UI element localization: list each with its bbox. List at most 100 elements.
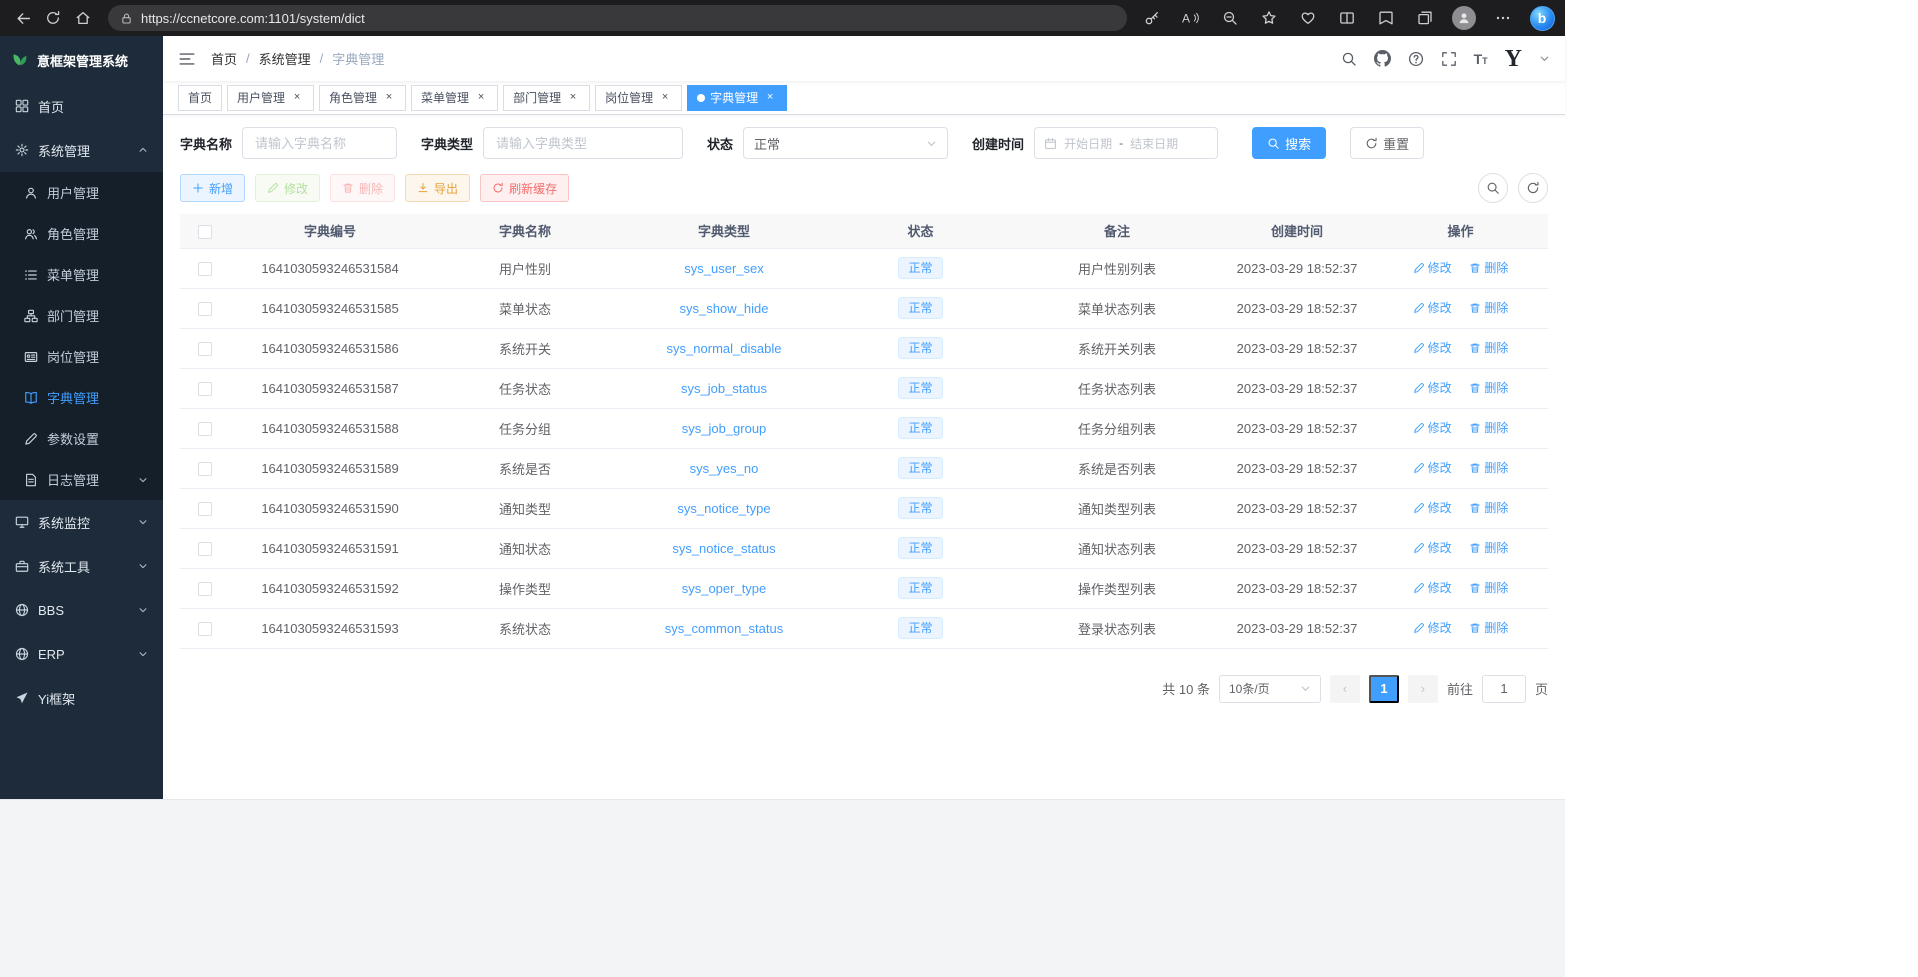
row-delete-button[interactable]: 删除 (1469, 259, 1508, 276)
row-edit-button[interactable]: 修改 (1413, 499, 1452, 516)
sidebar-item-roles[interactable]: 角色管理 (0, 213, 163, 254)
dict-type-link[interactable]: sys_notice_type (677, 501, 770, 516)
tab-departments[interactable]: 部门管理× (503, 85, 590, 111)
dict-type-link[interactable]: sys_user_sex (684, 261, 763, 276)
row-delete-button[interactable]: 删除 (1469, 579, 1508, 596)
row-delete-button[interactable]: 删除 (1469, 339, 1508, 356)
toggle-search-icon[interactable] (1478, 173, 1508, 203)
tab-menus[interactable]: 菜单管理× (411, 85, 498, 111)
row-checkbox[interactable] (198, 422, 212, 436)
collections-icon[interactable] (1410, 4, 1440, 32)
row-edit-button[interactable]: 修改 (1413, 619, 1452, 636)
split-screen-icon[interactable] (1332, 4, 1362, 32)
row-edit-button[interactable]: 修改 (1413, 459, 1452, 476)
search-button[interactable]: 搜索 (1252, 127, 1326, 159)
favorites-icon[interactable] (1371, 4, 1401, 32)
row-edit-button[interactable]: 修改 (1413, 579, 1452, 596)
export-button[interactable]: 导出 (405, 174, 470, 202)
current-page-button[interactable]: 1 (1369, 675, 1399, 703)
row-edit-button[interactable]: 修改 (1413, 539, 1452, 556)
row-delete-button[interactable]: 删除 (1469, 299, 1508, 316)
tab-users[interactable]: 用户管理× (227, 85, 314, 111)
row-delete-button[interactable]: 删除 (1469, 459, 1508, 476)
github-icon[interactable] (1374, 50, 1391, 67)
browser-essentials-icon[interactable] (1293, 4, 1323, 32)
row-edit-button[interactable]: 修改 (1413, 419, 1452, 436)
row-delete-button[interactable]: 删除 (1469, 539, 1508, 556)
sidebar-item-tools[interactable]: 系统工具 (0, 544, 163, 588)
copilot-bing-icon[interactable]: b (1527, 4, 1557, 32)
row-edit-button[interactable]: 修改 (1413, 299, 1452, 316)
select-all-checkbox[interactable] (198, 225, 212, 239)
dict-type-link[interactable]: sys_job_group (682, 421, 767, 436)
read-aloud-icon[interactable]: A (1176, 4, 1206, 32)
date-range-picker[interactable]: 开始日期 - 结束日期 (1034, 127, 1218, 159)
sidebar-item-system[interactable]: 系统管理 (0, 128, 163, 172)
browser-refresh-button[interactable] (38, 4, 68, 32)
dict-type-link[interactable]: sys_job_status (681, 381, 767, 396)
sidebar-item-home[interactable]: 首页 (0, 84, 163, 128)
row-checkbox[interactable] (198, 502, 212, 516)
hamburger-icon[interactable] (178, 50, 196, 68)
row-checkbox[interactable] (198, 542, 212, 556)
sidebar-item-users[interactable]: 用户管理 (0, 172, 163, 213)
refresh-cache-button[interactable]: 刷新缓存 (480, 174, 569, 202)
sidebar-item-bbs[interactable]: BBS (0, 588, 163, 632)
row-delete-button[interactable]: 删除 (1469, 499, 1508, 516)
next-page-button[interactable]: › (1408, 675, 1438, 703)
goto-page-input[interactable] (1482, 675, 1526, 703)
breadcrumb-home[interactable]: 首页 (211, 49, 237, 68)
profile-avatar[interactable] (1449, 4, 1479, 32)
tab-close-icon[interactable]: × (566, 91, 580, 105)
chevron-down-icon[interactable] (1539, 53, 1550, 64)
tab-close-icon[interactable]: × (290, 91, 304, 105)
fullscreen-icon[interactable] (1441, 51, 1457, 67)
sidebar-item-erp[interactable]: ERP (0, 632, 163, 676)
dict-type-link[interactable]: sys_show_hide (680, 301, 769, 316)
prev-page-button[interactable]: ‹ (1330, 675, 1360, 703)
dict-type-link[interactable]: sys_common_status (665, 621, 784, 636)
zoom-out-icon[interactable] (1215, 4, 1245, 32)
breadcrumb-system[interactable]: 系统管理 (259, 49, 311, 68)
help-icon[interactable] (1408, 51, 1424, 67)
status-select[interactable]: 正常 (743, 127, 948, 159)
row-edit-button[interactable]: 修改 (1413, 339, 1452, 356)
row-checkbox[interactable] (198, 342, 212, 356)
browser-back-button[interactable] (8, 4, 38, 32)
row-checkbox[interactable] (198, 262, 212, 276)
tab-roles[interactable]: 角色管理× (319, 85, 406, 111)
add-favorite-icon[interactable] (1254, 4, 1284, 32)
header-search-icon[interactable] (1341, 51, 1357, 67)
font-size-icon[interactable]: TT (1474, 52, 1488, 66)
row-checkbox[interactable] (198, 382, 212, 396)
row-edit-button[interactable]: 修改 (1413, 259, 1452, 276)
sidebar-item-monitor[interactable]: 系统监控 (0, 500, 163, 544)
tab-home[interactable]: 首页 (178, 85, 222, 111)
row-checkbox[interactable] (198, 302, 212, 316)
sidebar-item-menus[interactable]: 菜单管理 (0, 254, 163, 295)
row-delete-button[interactable]: 删除 (1469, 419, 1508, 436)
page-size-select[interactable]: 10条/页 (1219, 675, 1321, 703)
user-avatar-logo[interactable]: Y (1505, 47, 1522, 71)
dict-type-link[interactable]: sys_normal_disable (667, 341, 782, 356)
sidebar-item-logs[interactable]: 日志管理 (0, 459, 163, 500)
settings-more-icon[interactable] (1488, 4, 1518, 32)
sidebar-item-departments[interactable]: 部门管理 (0, 295, 163, 336)
tab-dict-active[interactable]: 字典管理× (687, 85, 787, 111)
tab-posts[interactable]: 岗位管理× (595, 85, 682, 111)
tab-close-icon[interactable]: × (474, 91, 488, 105)
delete-button[interactable]: 删除 (330, 174, 395, 202)
dict-type-link[interactable]: sys_yes_no (690, 461, 759, 476)
row-delete-button[interactable]: 删除 (1469, 619, 1508, 636)
row-checkbox[interactable] (198, 582, 212, 596)
tab-close-icon[interactable]: × (382, 91, 396, 105)
sidebar-item-dict[interactable]: 字典管理 (0, 377, 163, 418)
row-edit-button[interactable]: 修改 (1413, 379, 1452, 396)
row-delete-button[interactable]: 删除 (1469, 379, 1508, 396)
dict-type-link[interactable]: sys_notice_status (672, 541, 775, 556)
row-checkbox[interactable] (198, 462, 212, 476)
tab-close-icon[interactable]: × (763, 91, 777, 105)
row-checkbox[interactable] (198, 622, 212, 636)
site-info-icon[interactable] (120, 12, 133, 25)
dict-name-input[interactable] (242, 127, 397, 159)
